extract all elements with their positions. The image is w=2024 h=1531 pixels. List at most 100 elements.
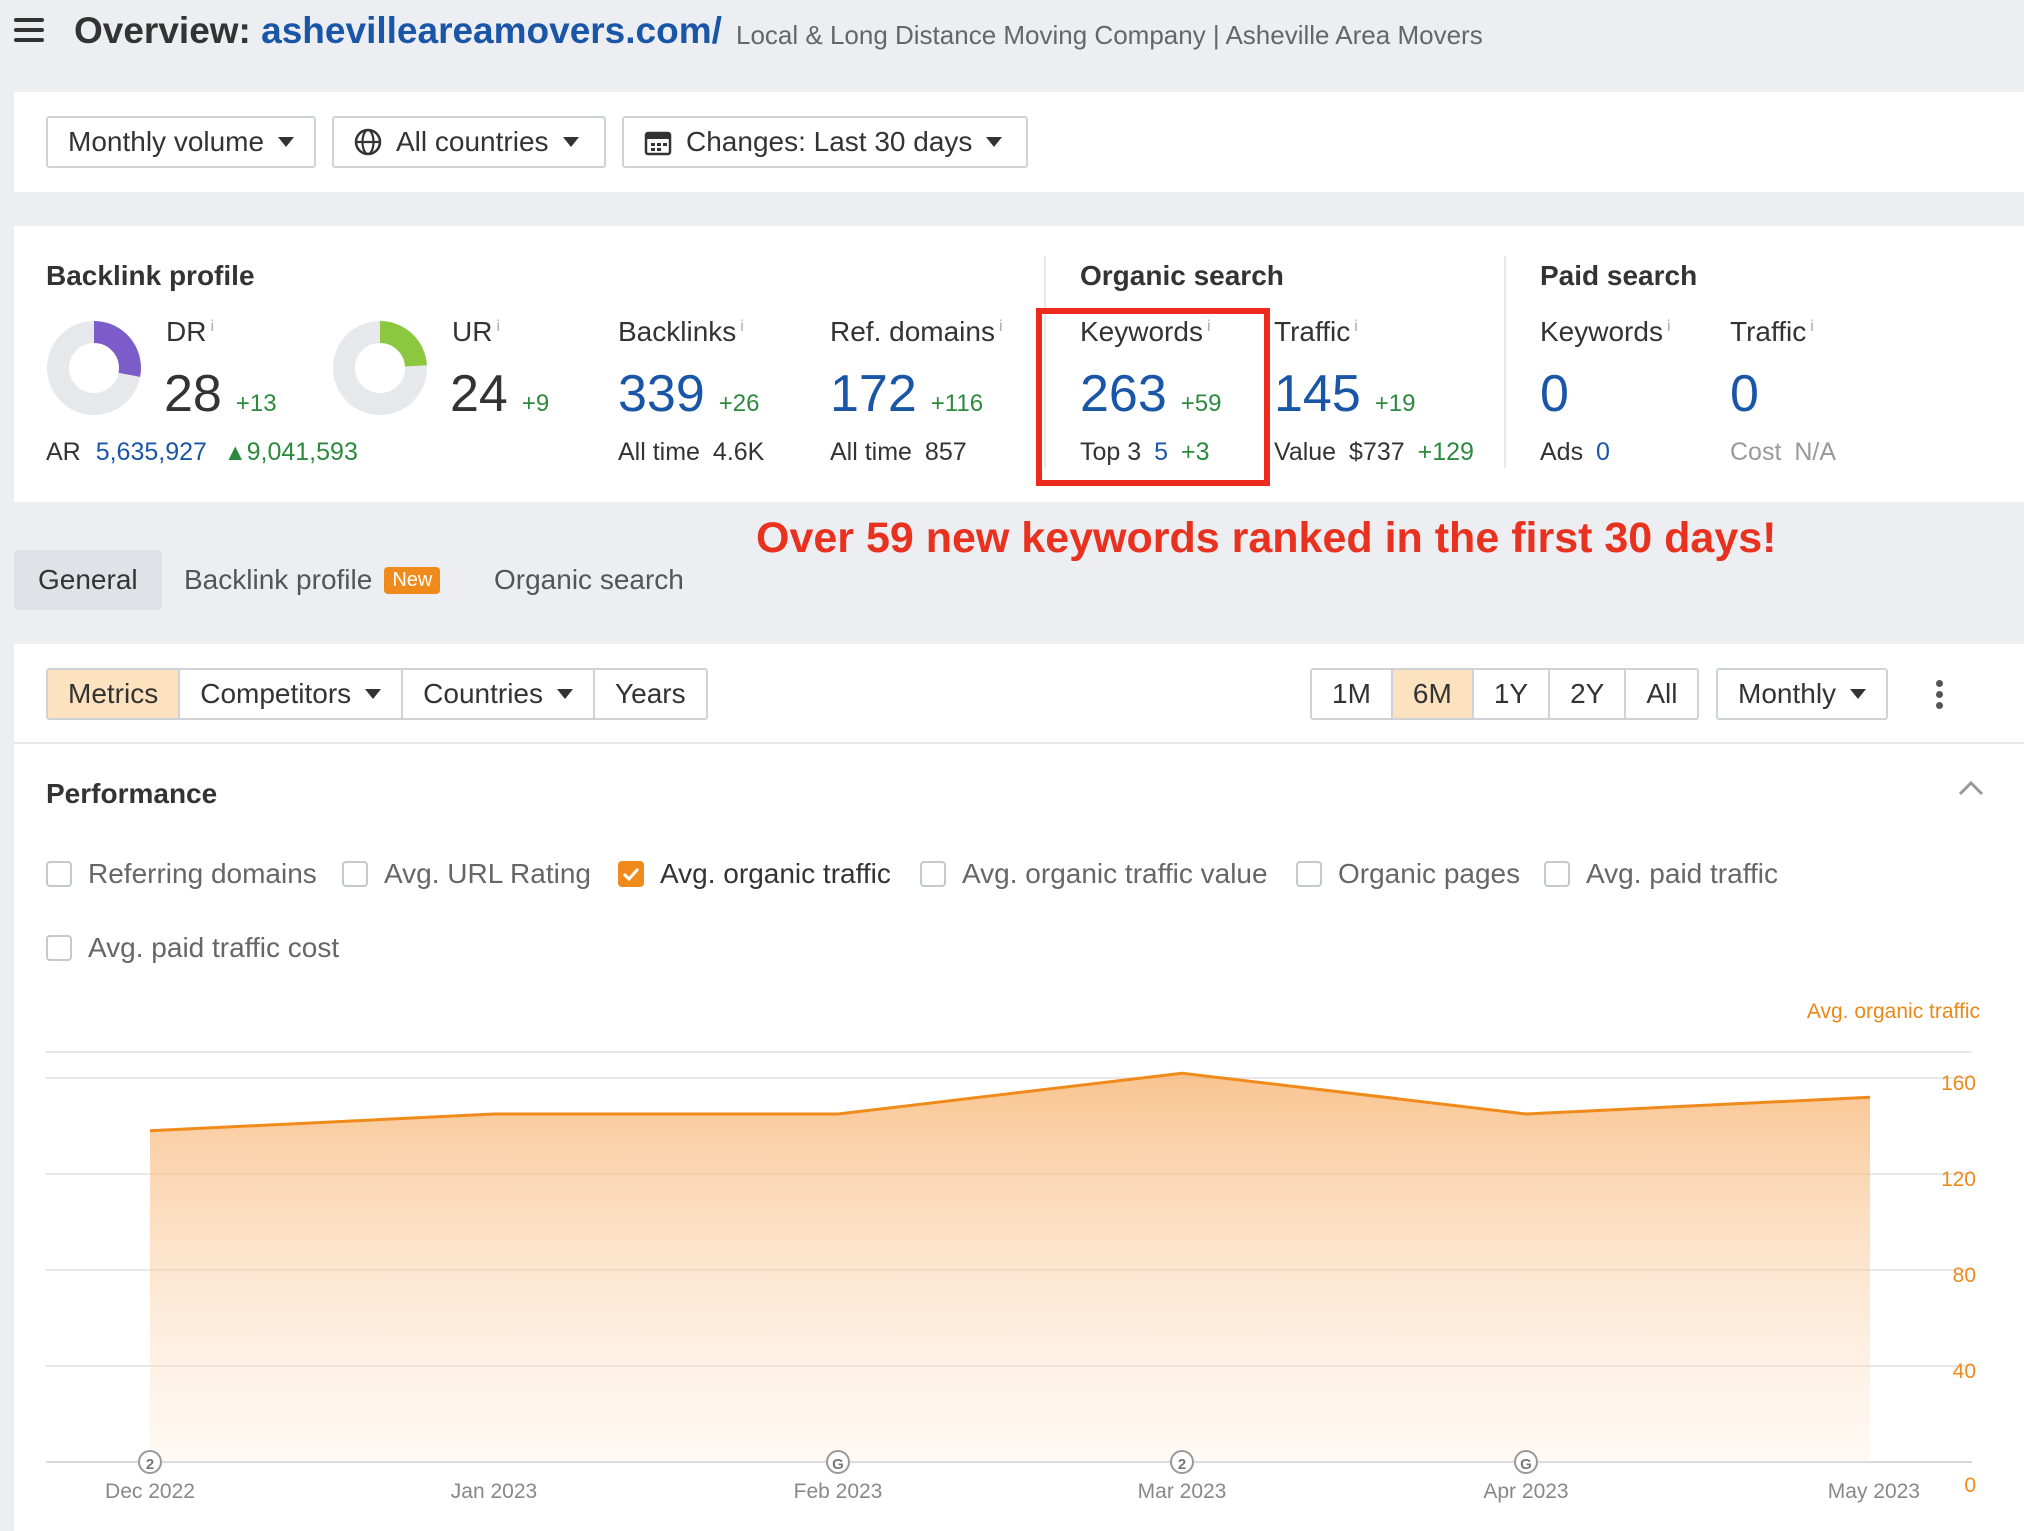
range-2y-button[interactable]: 2Y <box>1550 670 1627 718</box>
checkbox-label: Organic pages <box>1338 858 1521 889</box>
x-tick-label: Jan 2023 <box>451 1480 537 1503</box>
competitors-dropdown[interactable]: Competitors <box>180 670 404 718</box>
paid-keywords-value[interactable]: 0 <box>1540 364 1569 424</box>
all-time-label: All time <box>830 438 912 466</box>
ar-delta: 9,041,593 <box>246 438 358 466</box>
site-title: Local & Long Distance Moving Company | A… <box>736 20 1483 50</box>
ref-domains-value[interactable]: 172 +116 <box>830 364 983 424</box>
range-6m-button[interactable]: 6M <box>1392 670 1474 718</box>
event-marker-label: 2 <box>146 1456 154 1473</box>
performance-title: Performance <box>46 778 218 809</box>
ads-value[interactable]: 0 <box>1596 438 1610 466</box>
checkbox-label: Referring domains <box>88 858 317 889</box>
page-title-prefix: Overview: <box>74 10 251 51</box>
checkbox-label: Avg. URL Rating <box>384 858 591 889</box>
checkbox-avg-paid-traffic-cost[interactable]: Avg. paid traffic cost <box>46 932 339 964</box>
all-time-label: All time <box>618 438 700 466</box>
paid-keywords-label: Keywords i <box>1540 316 1671 348</box>
changes-dropdown[interactable]: Changes: Last 30 days <box>622 116 1028 168</box>
paid-traffic-value[interactable]: 0 <box>1730 364 1759 424</box>
countries-dropdown[interactable]: All countries <box>332 116 606 168</box>
ar-value[interactable]: 5,635,927 <box>96 438 207 466</box>
menu-icon[interactable] <box>14 18 44 44</box>
tab-organic-search[interactable]: Organic search <box>470 550 708 610</box>
interval-dropdown-button[interactable]: Monthly <box>1718 670 1886 718</box>
info-icon[interactable]: i <box>210 318 214 335</box>
more-options-icon[interactable] <box>1936 680 1944 710</box>
ur-donut <box>333 321 427 415</box>
checkbox-avg-organic-traffic[interactable]: Avg. organic traffic <box>618 858 891 890</box>
checkbox-label: Avg. organic traffic <box>660 858 891 889</box>
organic-traffic-delta: +19 <box>1374 390 1416 417</box>
checkbox-avg-organic-traffic-value[interactable]: Avg. organic traffic value <box>920 858 1268 890</box>
ads-row: Ads 0 <box>1540 438 1610 467</box>
traffic-value-row: Value $737 +129 <box>1274 438 1474 467</box>
tab-backlink-profile[interactable]: Backlink profile New <box>160 550 464 610</box>
checkbox-box[interactable] <box>342 861 368 887</box>
organic-search-title: Organic search <box>1080 260 1284 291</box>
x-tick-label: Dec 2022 <box>105 1480 195 1503</box>
info-icon[interactable]: i <box>1667 318 1671 335</box>
y-tick-label: 120 <box>1941 1168 1976 1191</box>
info-icon[interactable]: i <box>1810 318 1814 335</box>
keywords-highlight-box <box>1036 308 1270 486</box>
checkbox-box[interactable] <box>1296 861 1322 887</box>
event-marker-label: 2 <box>1178 1456 1186 1473</box>
tab-general-label: General <box>38 564 138 595</box>
range-all-button[interactable]: All <box>1626 670 1697 718</box>
competitors-label: Competitors <box>200 678 352 709</box>
info-icon[interactable]: i <box>999 318 1003 335</box>
chevron-down-icon <box>278 137 295 147</box>
info-icon[interactable]: i <box>496 318 500 335</box>
paid-traffic-label-text: Traffic <box>1730 316 1807 347</box>
ur-delta: +9 <box>521 390 550 417</box>
checkbox-box[interactable] <box>920 861 946 887</box>
y-axis-labels: 0 40 80 120 160 <box>1941 1072 1976 1497</box>
changes-dropdown-label: Changes: Last 30 days <box>686 126 973 157</box>
organic-traffic-value[interactable]: 145 +19 <box>1274 364 1415 424</box>
checkbox-organic-pages[interactable]: Organic pages <box>1296 858 1520 890</box>
checkbox-box[interactable] <box>46 935 72 961</box>
checkbox-label: Avg. organic traffic value <box>962 858 1268 889</box>
divider <box>1504 256 1506 468</box>
all-time-value: 4.6K <box>712 438 765 466</box>
ref-domains-label: Ref. domains i <box>830 316 1003 348</box>
dr-delta: +13 <box>235 390 277 417</box>
range-1y-button[interactable]: 1Y <box>1474 670 1551 718</box>
dr-label: DR i <box>166 316 214 348</box>
annotation-callout: Over 59 new keywords ranked in the first… <box>756 514 1777 562</box>
years-button[interactable]: Years <box>595 670 706 718</box>
chevron-down-icon <box>986 137 1003 147</box>
dr-donut <box>47 321 141 415</box>
y-tick-label: 0 <box>1964 1474 1976 1497</box>
info-icon[interactable]: i <box>1354 318 1358 335</box>
paid-search-title: Paid search <box>1540 260 1698 291</box>
dr-value-text: 28 <box>164 365 222 423</box>
ads-label: Ads <box>1540 438 1584 466</box>
interval-label: Monthly <box>1738 678 1837 709</box>
backlinks-value[interactable]: 339 +26 <box>618 364 759 424</box>
info-icon[interactable]: i <box>740 318 744 335</box>
metrics-button[interactable]: Metrics <box>48 670 181 718</box>
tab-backlink-profile-label: Backlink profile <box>184 564 373 595</box>
range-1m-button[interactable]: 1M <box>1312 670 1393 718</box>
paid-keywords-label-text: Keywords <box>1540 316 1663 347</box>
range-segmented-control: 1M 6M 1Y 2Y All <box>1310 668 1700 720</box>
traffic-value-delta: +129 <box>1417 438 1474 466</box>
tab-general[interactable]: General <box>14 550 162 610</box>
interval-dropdown[interactable]: Monthly <box>1716 668 1889 720</box>
checkbox-box[interactable] <box>1544 861 1570 887</box>
tab-organic-search-label: Organic search <box>494 564 684 595</box>
checkbox-avg-paid-traffic[interactable]: Avg. paid traffic <box>1544 858 1778 890</box>
chevron-down-icon <box>557 689 574 699</box>
backlink-profile-title: Backlink profile <box>46 260 255 291</box>
checkbox-referring-domains[interactable]: Referring domains <box>46 858 317 890</box>
checkbox-avg-url-rating[interactable]: Avg. URL Rating <box>342 858 591 890</box>
checkmark-icon[interactable] <box>618 861 644 887</box>
chevron-up-icon[interactable] <box>1958 780 1984 801</box>
chevron-down-icon <box>365 689 382 699</box>
countries-view-dropdown[interactable]: Countries <box>403 670 596 718</box>
checkbox-box[interactable] <box>46 861 72 887</box>
volume-dropdown[interactable]: Monthly volume <box>46 116 316 168</box>
domain-link[interactable]: ashevilleareamovers.com/ <box>261 10 722 51</box>
